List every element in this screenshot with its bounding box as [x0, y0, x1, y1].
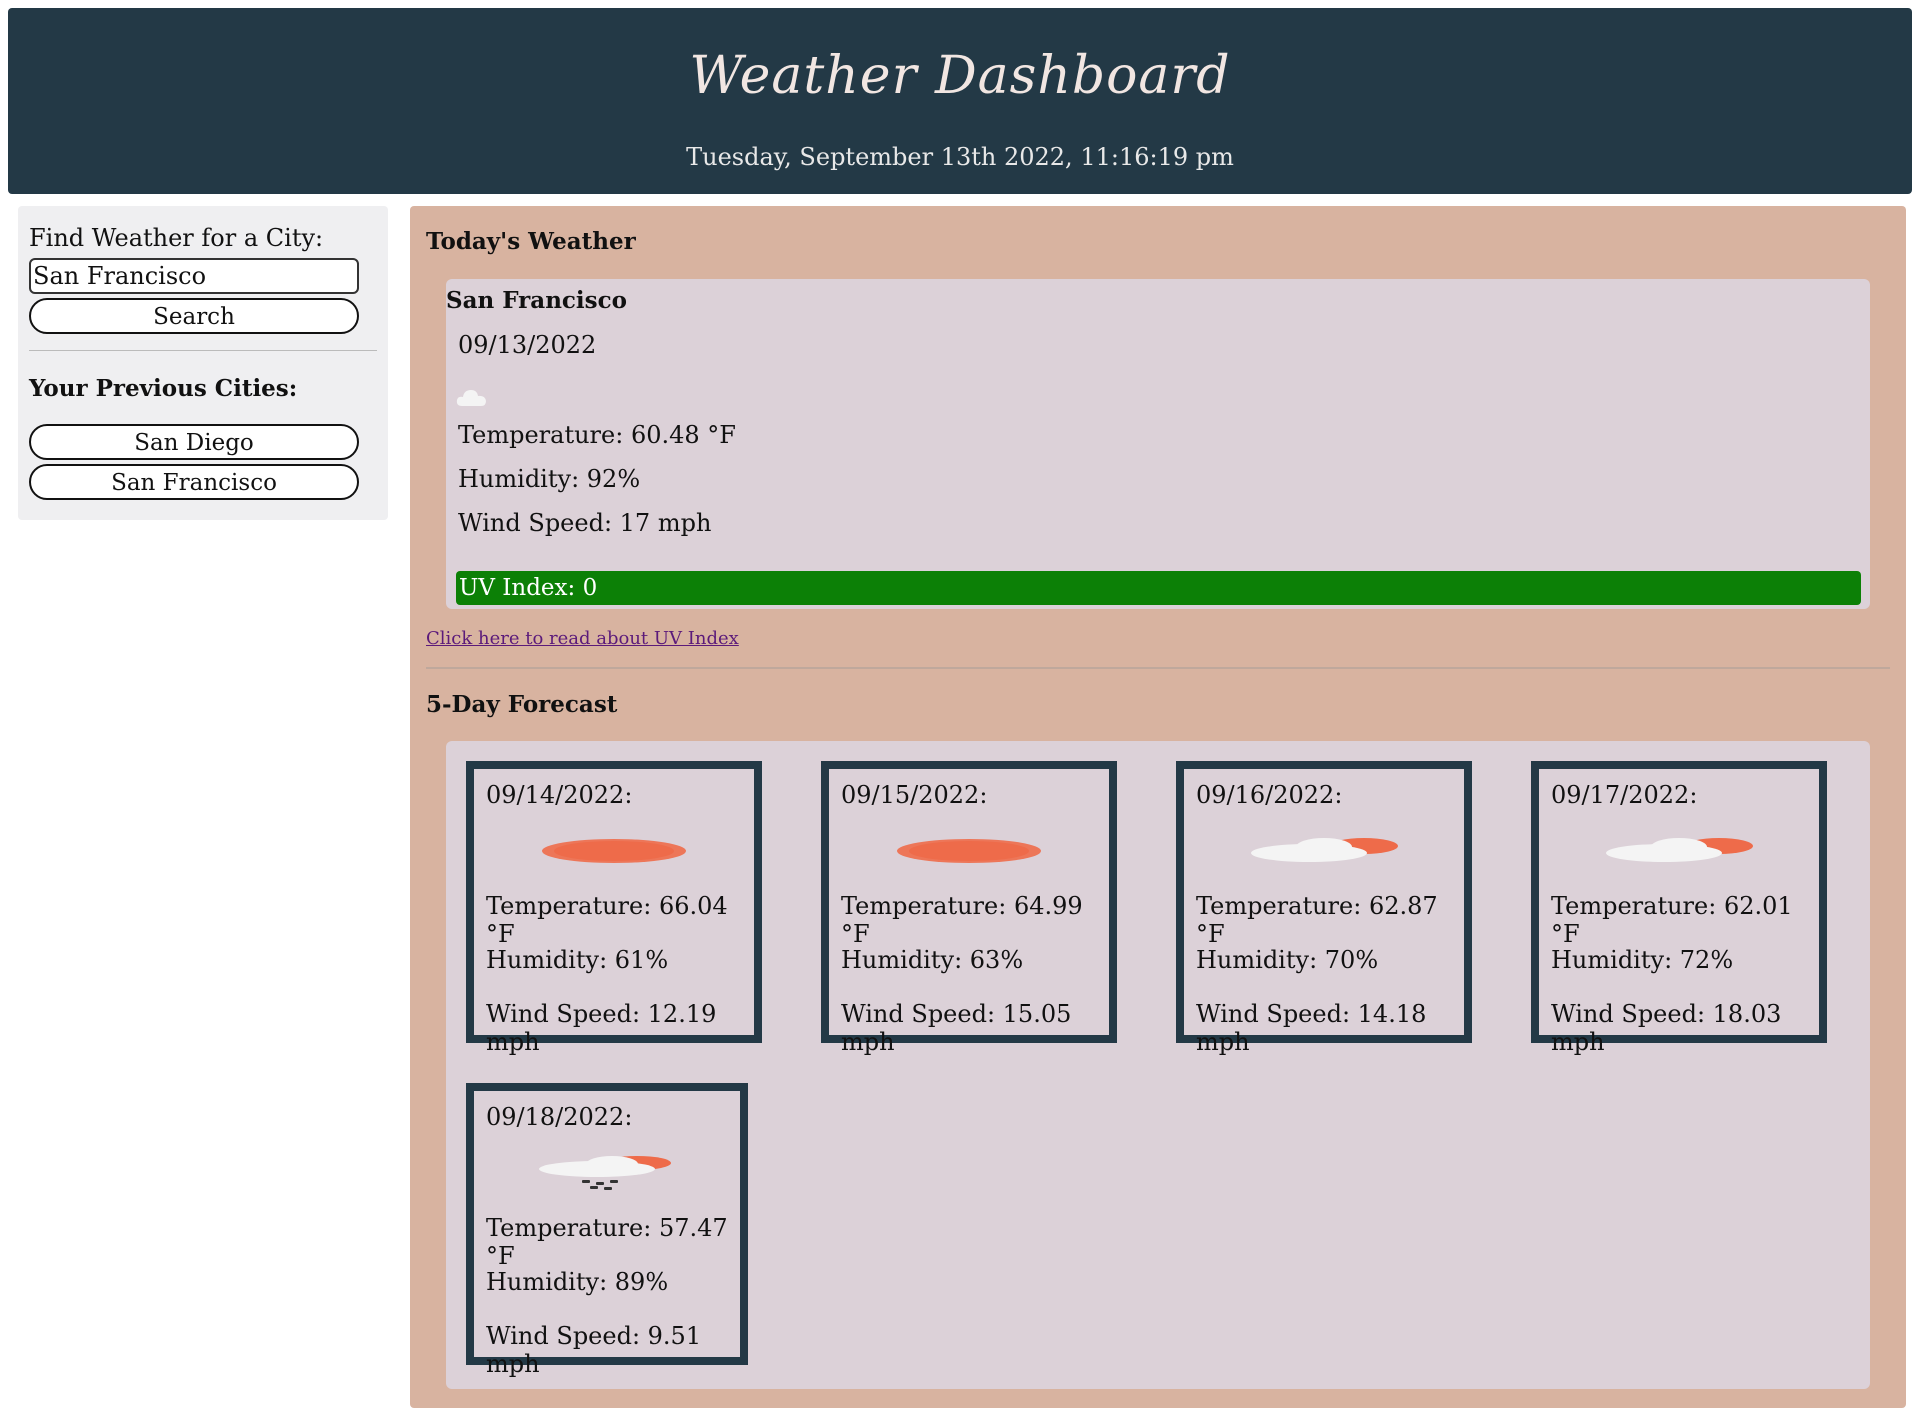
uv-index-link[interactable]: Click here to read about UV Index	[426, 628, 739, 649]
forecast-wind-speed: Wind Speed: 9.51 mph	[486, 1322, 702, 1378]
current-city-name: San Francisco	[446, 287, 627, 314]
forecast-card: 09/16/2022: Temperature: 62.87 °F Humidi…	[1176, 761, 1472, 1056]
current-wind-speed: Wind Speed: 17 mph	[458, 509, 712, 537]
search-button[interactable]: Search	[29, 298, 359, 334]
forecast-date: 09/17/2022:	[1551, 781, 1698, 809]
find-city-label: Find Weather for a City:	[29, 224, 324, 252]
forecast-wind-speed: Wind Speed: 14.18 mph	[1196, 1000, 1427, 1056]
forecast-humidity: Humidity: 89%	[486, 1268, 669, 1296]
page-title: Weather Dashboard	[689, 46, 1231, 106]
forecast-card: 09/17/2022: Temperature: 62.01 °F Humidi…	[1531, 761, 1827, 1056]
forecast-date: 09/16/2022:	[1196, 781, 1343, 809]
page-header: Weather Dashboard Tuesday, September 13t…	[8, 8, 1912, 194]
forecast-card: 09/15/2022: Temperature: 64.99 °F Humidi…	[821, 761, 1117, 1056]
forecast-title: 5-Day Forecast	[426, 691, 618, 718]
forecast-card: 09/14/2022: Temperature: 66.04 °F Humidi…	[466, 761, 762, 1056]
forecast-humidity: Humidity: 63%	[841, 946, 1024, 974]
current-temperature: Temperature: 60.48 °F	[458, 421, 736, 449]
current-humidity: Humidity: 92%	[458, 465, 641, 493]
partly-cloudy-icon	[1251, 838, 1398, 862]
forecast-humidity: Humidity: 70%	[1196, 946, 1379, 974]
cloud-icon	[456, 390, 486, 406]
forecast-date: 09/18/2022:	[486, 1103, 633, 1131]
sun-haze-icon	[897, 839, 1041, 863]
forecast-temperature: Temperature: 57.47 °F	[486, 1214, 728, 1270]
uv-index-badge: UV Index: 0	[456, 571, 1861, 605]
forecast-date: 09/14/2022:	[486, 781, 633, 809]
todays-weather-title: Today's Weather	[426, 228, 636, 255]
previous-cities-title: Your Previous Cities:	[29, 375, 298, 402]
todays-weather-card: San Francisco 09/13/2022 Temperature: 60…	[446, 279, 1870, 609]
main-panel: Today's Weather San Francisco 09/13/2022…	[410, 206, 1906, 1408]
city-search-input[interactable]	[29, 258, 359, 294]
current-date: 09/13/2022	[458, 331, 597, 359]
forecast-date: 09/15/2022:	[841, 781, 988, 809]
current-datetime: Tuesday, September 13th 2022, 11:16:19 p…	[686, 143, 1234, 171]
forecast-wind-speed: Wind Speed: 12.19 mph	[486, 1000, 717, 1056]
previous-city-button[interactable]: San Francisco	[29, 464, 359, 500]
forecast-temperature: Temperature: 66.04 °F	[486, 892, 728, 948]
search-sidebar: Find Weather for a City: Search Your Pre…	[18, 206, 388, 520]
partly-cloudy-icon	[1606, 838, 1753, 862]
rain-sun-icon	[539, 1156, 671, 1190]
forecast-humidity: Humidity: 72%	[1551, 946, 1734, 974]
forecast-wind-speed: Wind Speed: 15.05 mph	[841, 1000, 1072, 1056]
forecast-container: 09/14/2022: Temperature: 66.04 °F Humidi…	[446, 741, 1870, 1389]
sidebar-divider	[29, 350, 377, 351]
forecast-humidity: Humidity: 61%	[486, 946, 669, 974]
previous-city-button[interactable]: San Diego	[29, 424, 359, 460]
forecast-card: 09/18/2022: Temperature: 57.47 °F Humidi…	[466, 1083, 748, 1378]
sun-haze-icon	[542, 839, 686, 863]
previous-cities-list: San Diego San Francisco	[29, 424, 377, 500]
forecast-wind-speed: Wind Speed: 18.03 mph	[1551, 1000, 1782, 1056]
forecast-temperature: Temperature: 62.87 °F	[1196, 892, 1438, 948]
forecast-temperature: Temperature: 64.99 °F	[841, 892, 1083, 948]
forecast-temperature: Temperature: 62.01 °F	[1551, 892, 1793, 948]
section-divider	[426, 667, 1890, 669]
